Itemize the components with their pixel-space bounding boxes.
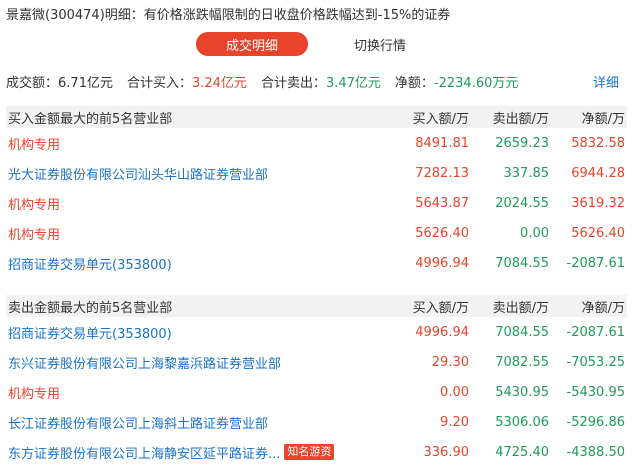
buy-amount: 4996.94: [415, 324, 469, 340]
buy-section-title: 买入金额最大的前5名营业部: [8, 111, 173, 127]
col-sell-header: 卖出额/万: [492, 111, 549, 127]
net-label: 净额：: [394, 75, 434, 91]
broker-cell: 光大证券股份有限公司汕头华山路证券营业部: [6, 164, 399, 183]
detail-link[interactable]: 详细: [593, 72, 619, 91]
famous-trader-badge: 知名游资: [284, 444, 335, 460]
net-amount: -4388.50: [566, 444, 625, 460]
turnover-group: 成交额： 6.71亿元: [6, 72, 113, 91]
net-value: -2234.60万元: [433, 75, 519, 91]
table-row: 招商证券交易单元(353800) 4996.94 7084.55 -2087.61: [6, 248, 627, 278]
buy-section: 买入金额最大的前5名营业部 买入额/万 卖出额/万 净额/万 机构专用 8491.…: [6, 106, 627, 278]
net-amount: -5296.86: [566, 414, 625, 430]
col-net-header: 净额/万: [581, 300, 625, 316]
broker-cell: 机构专用: [6, 383, 399, 402]
broker-cell: 机构专用: [6, 134, 399, 153]
table-row: 长江证券股份有限公司上海斜土路证券营业部 9.20 5306.06 -5296.86: [6, 407, 627, 437]
total-buy-group: 合计买入： 3.24亿元: [127, 72, 247, 91]
sell-amount: 2024.55: [495, 195, 549, 211]
buy-amount: 9.20: [440, 414, 469, 430]
buy-amount: 7282.13: [415, 165, 469, 181]
total-sell-group: 合计卖出： 3.47亿元: [261, 72, 381, 91]
col-buy-header: 买入额/万: [412, 300, 469, 316]
total-buy-label: 合计买入：: [126, 75, 192, 91]
net-amount: 6944.28: [571, 165, 625, 181]
buy-amount: 5643.87: [415, 195, 469, 211]
col-buy-header: 买入额/万: [412, 111, 469, 127]
page-title: 景嘉微(300474)明细：有价格涨跌幅限制的日收盘价格跌幅达到-15%的证券: [6, 8, 451, 23]
sell-section-header: 卖出金额最大的前5名营业部 买入额/万 卖出额/万 净额/万: [6, 295, 627, 317]
sell-section: 卖出金额最大的前5名营业部 买入额/万 卖出额/万 净额/万 招商证券交易单元(…: [6, 295, 627, 467]
turnover-value: 6.71亿元: [58, 75, 113, 91]
net-amount: -5430.95: [566, 384, 625, 400]
broker-name[interactable]: 招商证券交易单元(353800): [8, 254, 172, 273]
sell-amount: 4725.40: [495, 444, 549, 460]
col-net-header: 净额/万: [581, 111, 625, 127]
buy-amount: 29.30: [431, 354, 469, 370]
table-row: 机构专用 8491.81 2659.23 5832.58: [6, 128, 627, 158]
sell-amount: 5306.06: [495, 414, 549, 430]
broker-name[interactable]: 机构专用: [8, 134, 60, 153]
sell-amount: 0.00: [520, 225, 549, 241]
tab-switch-quote[interactable]: 切换行情: [354, 35, 406, 54]
sell-section-title: 卖出金额最大的前5名营业部: [8, 300, 173, 316]
buy-amount: 5626.40: [415, 225, 469, 241]
sell-amount: 7084.55: [495, 255, 549, 271]
buy-amount: 8491.81: [415, 135, 469, 151]
broker-name[interactable]: 机构专用: [8, 194, 60, 213]
sell-amount: 2659.23: [495, 135, 549, 151]
table-row: 东兴证券股份有限公司上海黎嘉浜路证券营业部 29.30 7082.55 -7053.2…: [6, 347, 627, 377]
buy-amount: 4996.94: [415, 255, 469, 271]
broker-cell: 长江证券股份有限公司上海斜土路证券营业部: [6, 413, 399, 432]
broker-cell: 招商证券交易单元(353800): [6, 323, 399, 342]
broker-name[interactable]: 机构专用: [8, 224, 60, 243]
broker-name[interactable]: 招商证券交易单元(353800): [8, 323, 172, 342]
summary-bar: 成交额： 6.71亿元 合计买入： 3.24亿元 合计卖出： 3.47亿元 净额…: [6, 72, 627, 91]
broker-cell: 招商证券交易单元(353800): [6, 254, 399, 273]
broker-cell: 东方证券股份有限公司上海静安区延平路证券... 知名游资: [6, 443, 399, 462]
broker-name[interactable]: 东兴证券股份有限公司上海黎嘉浜路证券营业部: [8, 353, 281, 372]
buy-section-header: 买入金额最大的前5名营业部 买入额/万 卖出额/万 净额/万: [6, 106, 627, 128]
net-amount: 5832.58: [571, 135, 625, 151]
broker-cell: 机构专用: [6, 224, 399, 243]
broker-cell: 东兴证券股份有限公司上海黎嘉浜路证券营业部: [6, 353, 399, 372]
total-sell-value: 3.47亿元: [325, 75, 381, 91]
turnover-label: 成交额：: [6, 75, 59, 91]
sell-amount: 337.85: [503, 165, 550, 181]
sell-amount: 7082.55: [495, 354, 549, 370]
broker-name[interactable]: 光大证券股份有限公司汕头华山路证券营业部: [8, 164, 268, 183]
sell-amount: 5430.95: [495, 384, 549, 400]
total-sell-label: 合计卖出：: [260, 75, 326, 91]
sell-amount: 7084.55: [495, 324, 549, 340]
buy-amount: 0.00: [440, 384, 469, 400]
view-tabs: 成交明细 切换行情: [196, 32, 406, 56]
net-amount: -7053.25: [566, 354, 625, 370]
net-amount: -2087.61: [566, 255, 625, 271]
table-row: 机构专用 5626.40 0.00 5626.40: [6, 218, 627, 248]
broker-name[interactable]: 长江证券股份有限公司上海斜土路证券营业部: [8, 413, 268, 432]
total-buy-value: 3.24亿元: [191, 75, 247, 91]
net-amount: 3619.32: [571, 195, 625, 211]
broker-cell: 机构专用: [6, 194, 399, 213]
buy-amount: 336.90: [423, 444, 470, 460]
col-sell-header: 卖出额/万: [492, 300, 549, 316]
net-amount: -2087.61: [566, 324, 625, 340]
tab-trade-detail[interactable]: 成交明细: [196, 32, 308, 56]
net-amount: 5626.40: [571, 225, 625, 241]
table-row: 东方证券股份有限公司上海静安区延平路证券... 知名游资 336.90 4725.40…: [6, 437, 627, 467]
broker-name[interactable]: 东方证券股份有限公司上海静安区延平路证券...: [8, 443, 280, 462]
net-group: 净额： -2234.60万元: [395, 72, 518, 91]
broker-name[interactable]: 机构专用: [8, 383, 60, 402]
table-row: 光大证券股份有限公司汕头华山路证券营业部 7282.13 337.85 6944.28: [6, 158, 627, 188]
table-row: 招商证券交易单元(353800) 4996.94 7084.55 -2087.61: [6, 317, 627, 347]
table-row: 机构专用 0.00 5430.95 -5430.95: [6, 377, 627, 407]
table-row: 机构专用 5643.87 2024.55 3619.32: [6, 188, 627, 218]
